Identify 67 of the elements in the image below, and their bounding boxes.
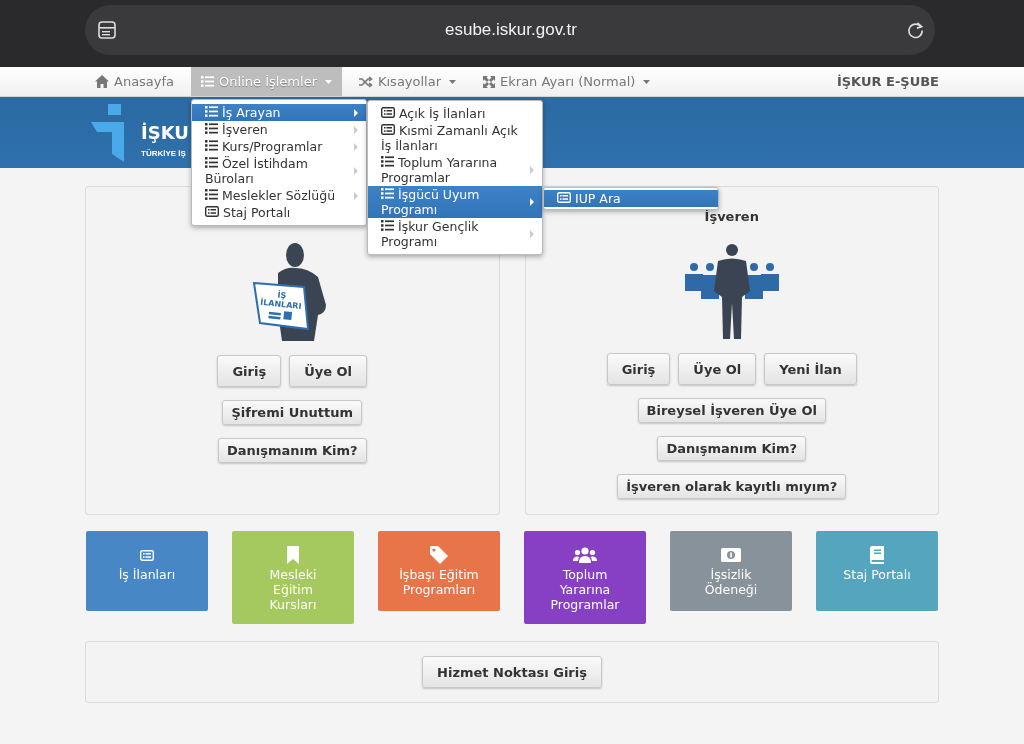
panel-button[interactable]: Bireysel İşveren Üye Ol (637, 398, 826, 423)
reload-icon[interactable] (906, 20, 925, 40)
submenu-arrow-icon (530, 230, 534, 238)
banknote-icon (721, 548, 741, 562)
home-icon (95, 75, 109, 88)
submenu-arrow-icon (354, 167, 358, 175)
submenu-arrow-icon (530, 166, 534, 174)
menu-item[interactable]: İşgücü Uyum Programı (368, 186, 542, 218)
address-bar[interactable]: esube.iskur.gov.tr (85, 5, 935, 55)
menu-item[interactable]: Özel İstihdam Büroları (192, 155, 366, 187)
list-icon (205, 106, 218, 117)
card-list-icon (140, 549, 154, 561)
submenu-arrow-icon (530, 198, 534, 206)
panel-button[interactable]: Yeni İlan (764, 353, 857, 385)
url-text: esube.iskur.gov.tr (444, 20, 578, 40)
caret-icon (449, 79, 457, 84)
menu-item[interactable]: İşkur Gençlik Programı (368, 218, 542, 250)
submenu-arrow-icon (354, 191, 358, 200)
nav-menu-item[interactable]: Ekran Ayarı (Normal) (473, 67, 661, 96)
card-list-icon (381, 124, 395, 135)
nav-menu-item[interactable]: Anasayfa (85, 67, 185, 96)
newspaper-headline: İŞ İLANLARI (260, 290, 303, 312)
menu-item[interactable]: Kısmi Zamanlı Açık İş İlanları (368, 122, 542, 154)
list-icon (201, 76, 215, 87)
service-point-login-button[interactable]: Hizmet Noktası Giriş (422, 656, 602, 688)
panel-title: İşveren (704, 209, 759, 225)
panel-button[interactable]: Üye Ol (678, 353, 757, 385)
list-icon (205, 123, 218, 134)
card-list-icon (205, 206, 219, 217)
logo-text: İŞKU (141, 122, 189, 144)
panel-button[interactable]: Şifremi Unuttum (222, 400, 362, 425)
tag-icon (430, 546, 448, 564)
shuffle-icon (359, 75, 373, 88)
menu-item[interactable]: Kurs/Programlar (192, 138, 366, 155)
list-icon (205, 157, 218, 168)
menu-item[interactable]: İşveren (192, 121, 366, 138)
nav-menu-item[interactable]: Kısayollar (349, 67, 467, 96)
menu-item[interactable]: Staj Portalı (192, 204, 366, 221)
panel-button[interactable]: Danışmanım Kim? (657, 436, 807, 461)
list-icon (381, 156, 394, 167)
panel-button[interactable]: Danışmanım Kim? (217, 438, 367, 463)
card-list-icon (557, 192, 571, 203)
menu-item[interactable]: Toplum Yararına Programlar (368, 154, 542, 186)
list-icon (205, 140, 218, 151)
bookmark-icon (287, 546, 299, 564)
card-list-icon (381, 107, 395, 118)
shortcut-tile[interactable]: Toplum Yararına Programlar (524, 531, 646, 624)
menu-item[interactable]: İş Arayan (192, 104, 366, 121)
panel-button[interactable]: İşveren olarak kayıtlı mıyım? (617, 474, 847, 499)
book-icon (870, 546, 884, 564)
tab-overview-icon[interactable] (98, 21, 116, 39)
panel-button[interactable]: Giriş (217, 355, 282, 387)
list-icon (205, 189, 218, 200)
menu-item[interactable]: Meslekler Sözlüğü (192, 187, 366, 204)
caret-icon (325, 79, 332, 84)
list-icon (381, 220, 394, 231)
logo-subtitle: TÜRKİYE İŞ (141, 149, 187, 158)
menu-item[interactable]: Açık İş İlanları (368, 105, 542, 122)
caret-icon (643, 79, 651, 84)
panel-button[interactable]: Giriş (606, 353, 671, 385)
list-icon (381, 188, 394, 199)
expand-icon (483, 75, 496, 88)
menu-item[interactable]: IUP Ara (544, 190, 718, 207)
group-icon (573, 547, 597, 563)
site-brand: İŞKUR E-ŞUBE (836, 74, 939, 89)
panel-button[interactable]: Üye Ol (289, 355, 368, 387)
shortcut-tile[interactable]: İş İlanları (86, 531, 208, 611)
